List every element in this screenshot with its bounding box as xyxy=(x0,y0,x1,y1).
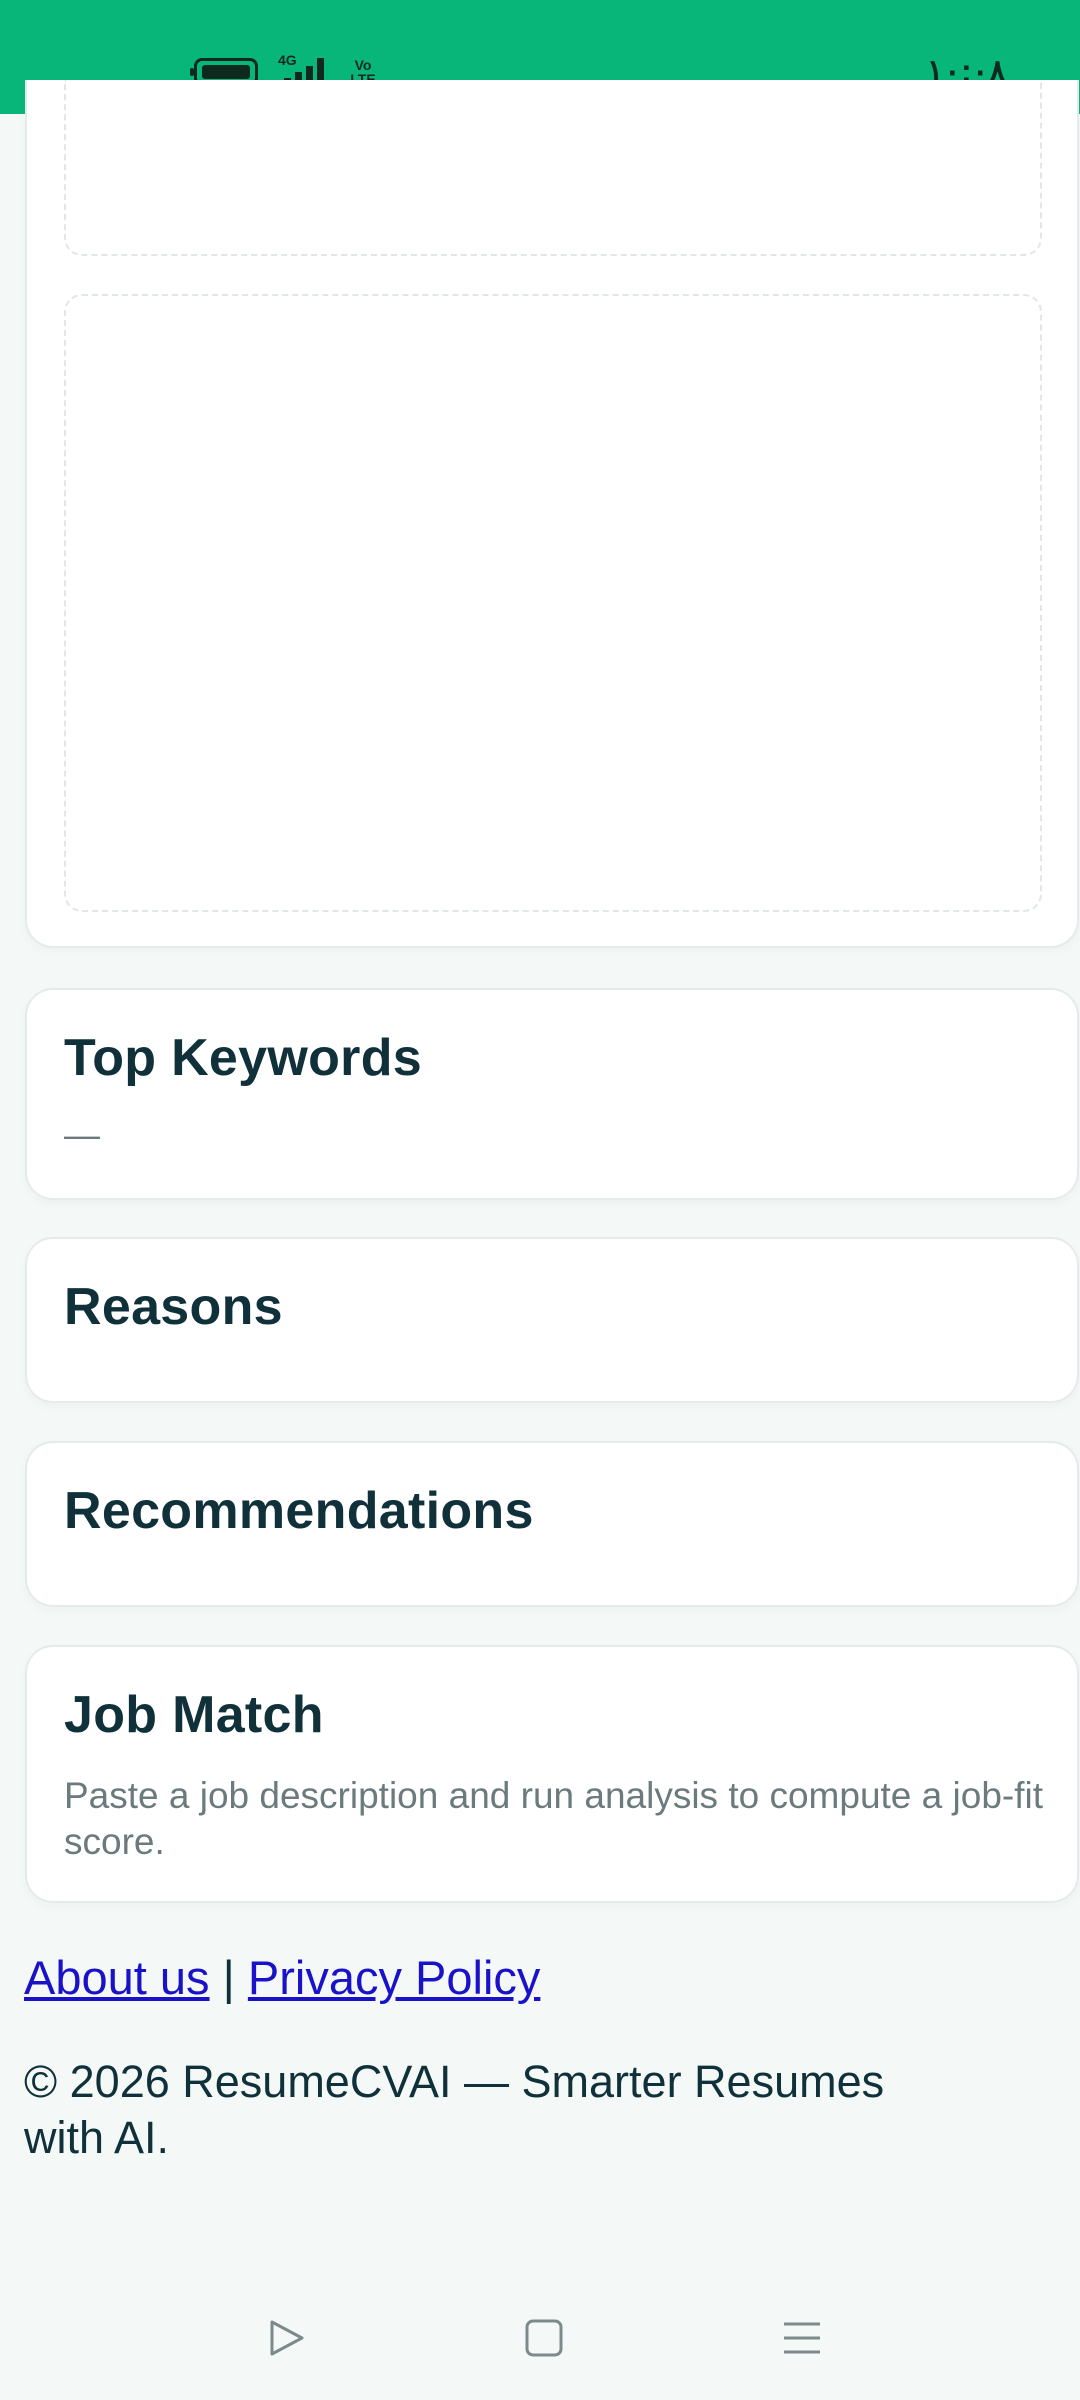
recommendations-title: Recommendations xyxy=(64,1482,534,1540)
copyright-text: © 2026 ResumeCVAI — Smarter Resumes with… xyxy=(24,2056,885,2163)
footer-separator: | xyxy=(222,1951,235,2004)
reasons-title: Reasons xyxy=(64,1278,283,1336)
placeholder-box-top xyxy=(64,80,1042,256)
back-icon[interactable] xyxy=(256,2308,316,2368)
job-match-title: Job Match xyxy=(64,1686,324,1744)
top-keywords-card: Top Keywords — xyxy=(25,988,1079,1200)
job-match-description: Paste a job description and run analysis… xyxy=(64,1775,1044,1862)
about-us-link[interactable]: About us xyxy=(24,1951,210,2004)
menu-icon[interactable] xyxy=(772,2308,832,2368)
upload-card xyxy=(25,80,1079,948)
top-keywords-title: Top Keywords xyxy=(64,1029,423,1087)
reasons-card: Reasons xyxy=(25,1237,1079,1403)
job-match-card: Job Match Paste a job description and ru… xyxy=(25,1645,1079,1903)
home-icon[interactable] xyxy=(514,2308,574,2368)
footer-links: About us | Privacy Policy xyxy=(24,1950,540,2005)
network-type-label: 4G xyxy=(278,52,297,68)
placeholder-box-main[interactable] xyxy=(64,294,1042,912)
privacy-policy-link[interactable]: Privacy Policy xyxy=(248,1951,541,2004)
system-nav-bar xyxy=(0,2290,1080,2380)
recommendations-card: Recommendations xyxy=(25,1441,1079,1607)
top-keywords-value: — xyxy=(64,1114,100,1155)
